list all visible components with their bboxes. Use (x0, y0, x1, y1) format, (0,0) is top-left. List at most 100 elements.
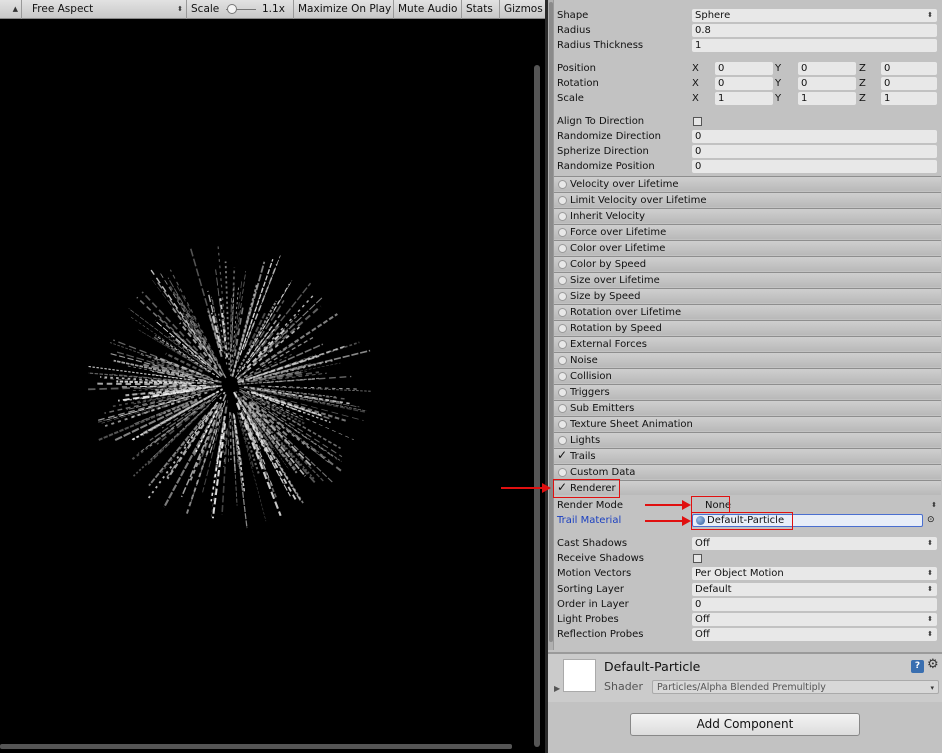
module-toggle-icon[interactable] (558, 212, 567, 221)
module-sub-emitters[interactable]: Sub Emitters (554, 400, 941, 415)
light-probes-dropdown[interactable]: Off ⬍ (692, 613, 937, 626)
module-triggers[interactable]: Triggers (554, 384, 941, 399)
rotation-z-field[interactable]: 0 (881, 77, 937, 90)
position-z-field[interactable]: 0 (881, 62, 937, 75)
module-label: Size by Speed (570, 291, 641, 302)
maximize-on-play-toggle[interactable]: Maximize On Play (294, 0, 394, 19)
module-inherit-velocity[interactable]: Inherit Velocity (554, 208, 941, 223)
module-toggle-icon[interactable] (558, 372, 567, 381)
aspect-dropdown[interactable]: Free Aspect ⬍ (22, 0, 187, 19)
axis-x-label: X (692, 93, 699, 104)
module-toggle-icon[interactable] (558, 308, 567, 317)
module-collision[interactable]: Collision (554, 368, 941, 383)
module-trails[interactable]: ✓ Trails (554, 448, 941, 463)
module-toggle-icon[interactable] (558, 340, 567, 349)
annotation-arrow-renderer (501, 487, 543, 489)
module-toggle-icon[interactable] (558, 388, 567, 397)
render-mode-label: Render Mode (557, 500, 624, 511)
module-size-by-speed[interactable]: Size by Speed (554, 288, 941, 303)
module-label: Limit Velocity over Lifetime (570, 195, 707, 206)
cast-shadows-dropdown[interactable]: Off ⬍ (692, 537, 937, 550)
scale-value: 1.1x (262, 3, 285, 15)
module-color-over-lifetime[interactable]: Color over Lifetime (554, 240, 941, 255)
module-toggle-icon[interactable] (558, 356, 567, 365)
module-toggle-icon[interactable] (558, 260, 567, 269)
scale-z-field[interactable]: 1 (881, 92, 937, 105)
scale-y-field[interactable]: 1 (798, 92, 856, 105)
reflection-probes-label: Reflection Probes (557, 629, 644, 640)
randomize-direction-field[interactable]: 0 (692, 130, 937, 143)
module-label: Rotation over Lifetime (570, 307, 682, 318)
module-velocity-over-lifetime[interactable]: Velocity over Lifetime (554, 176, 941, 191)
game-horizontal-scrollbar[interactable] (0, 744, 512, 749)
module-toggle-icon[interactable] (558, 276, 567, 285)
sorting-layer-dropdown[interactable]: Default ⬍ (692, 583, 937, 596)
mute-audio-toggle[interactable]: Mute Audio (394, 0, 462, 19)
module-toggle-icon[interactable] (558, 228, 567, 237)
order-in-layer-field[interactable]: 0 (692, 598, 937, 611)
randomize-position-field[interactable]: 0 (692, 160, 937, 173)
module-label: Lights (570, 435, 601, 446)
scale-slider-knob[interactable] (227, 4, 237, 14)
module-limit-velocity[interactable]: Limit Velocity over Lifetime (554, 192, 941, 207)
module-force-over-lifetime[interactable]: Force over Lifetime (554, 224, 941, 239)
game-vertical-scrollbar[interactable] (534, 65, 540, 747)
motion-vectors-dropdown[interactable]: Per Object Motion ⬍ (692, 567, 937, 580)
module-color-by-speed[interactable]: Color by Speed (554, 256, 941, 271)
thickness-field[interactable]: 1 (692, 39, 937, 52)
module-toggle-icon[interactable] (558, 404, 567, 413)
object-picker-icon[interactable]: ⊙ (927, 513, 935, 528)
gear-icon[interactable]: ⚙ (927, 657, 939, 672)
receive-shadows-checkbox[interactable] (693, 554, 702, 563)
position-x-field[interactable]: 0 (715, 62, 773, 75)
reflection-probes-dropdown[interactable]: Off ⬍ (692, 628, 937, 641)
module-toggle-icon[interactable] (558, 244, 567, 253)
material-name: Default-Particle (604, 659, 701, 674)
display-dropdown[interactable]: ▲ (0, 0, 22, 19)
module-texture-sheet-animation[interactable]: Texture Sheet Animation (554, 416, 941, 431)
module-toggle-icon[interactable] (558, 196, 567, 205)
foldout-arrow-icon[interactable]: ▶ (554, 684, 560, 693)
align-direction-checkbox[interactable] (693, 117, 702, 126)
motion-vectors-label: Motion Vectors (557, 568, 632, 579)
shape-dropdown[interactable]: Sphere ⬍ (692, 9, 937, 22)
module-custom-data[interactable]: Custom Data (554, 464, 941, 479)
module-toggle-icon[interactable] (558, 180, 567, 189)
module-external-forces[interactable]: External Forces (554, 336, 941, 351)
module-rotation-by-speed[interactable]: Rotation by Speed (554, 320, 941, 335)
gizmos-toggle[interactable]: Gizmos (500, 0, 545, 19)
annotation-box-renderer (553, 479, 620, 498)
spherize-direction-field[interactable]: 0 (692, 145, 937, 158)
align-direction-row: Align To Direction (557, 114, 937, 129)
axis-z-label: Z (859, 63, 866, 74)
module-lights[interactable]: Lights (554, 432, 941, 447)
reflection-probes-value: Off (695, 629, 710, 640)
annotation-arrowhead (682, 516, 691, 526)
module-toggle-icon[interactable] (558, 436, 567, 445)
rotation-y-field[interactable]: 0 (798, 77, 856, 90)
module-toggle-icon[interactable] (558, 324, 567, 333)
inspector-panel: Shape Sphere ⬍ Radius 0.8 Radius Thickne… (548, 0, 942, 753)
shader-dropdown[interactable]: Particles/Alpha Blended Premultiply ▾ (652, 680, 939, 694)
module-noise[interactable]: Noise (554, 352, 941, 367)
checkmark-icon[interactable]: ✓ (557, 448, 567, 463)
rotation-label: Rotation (557, 78, 599, 89)
module-toggle-icon[interactable] (558, 420, 567, 429)
rotation-x-field[interactable]: 0 (715, 77, 773, 90)
scale-x-field[interactable]: 1 (715, 92, 773, 105)
reflection-probes-row: Reflection Probes Off ⬍ (557, 627, 937, 642)
help-icon[interactable]: ? (911, 660, 924, 673)
stats-toggle[interactable]: Stats (462, 0, 500, 19)
module-size-over-lifetime[interactable]: Size over Lifetime (554, 272, 941, 287)
scale-row: Scale X 1 Y 1 Z 1 (557, 91, 937, 106)
radius-field[interactable]: 0.8 (692, 24, 937, 37)
updown-icon: ⬍ (177, 5, 183, 13)
particle-streak (221, 428, 229, 515)
position-y-field[interactable]: 0 (798, 62, 856, 75)
updown-icon: ⬍ (927, 615, 933, 623)
inspector-scroll-thumb[interactable] (549, 2, 553, 642)
module-toggle-icon[interactable] (558, 468, 567, 477)
module-rotation-over-lifetime[interactable]: Rotation over Lifetime (554, 304, 941, 319)
add-component-button[interactable]: Add Component (630, 713, 860, 736)
module-toggle-icon[interactable] (558, 292, 567, 301)
